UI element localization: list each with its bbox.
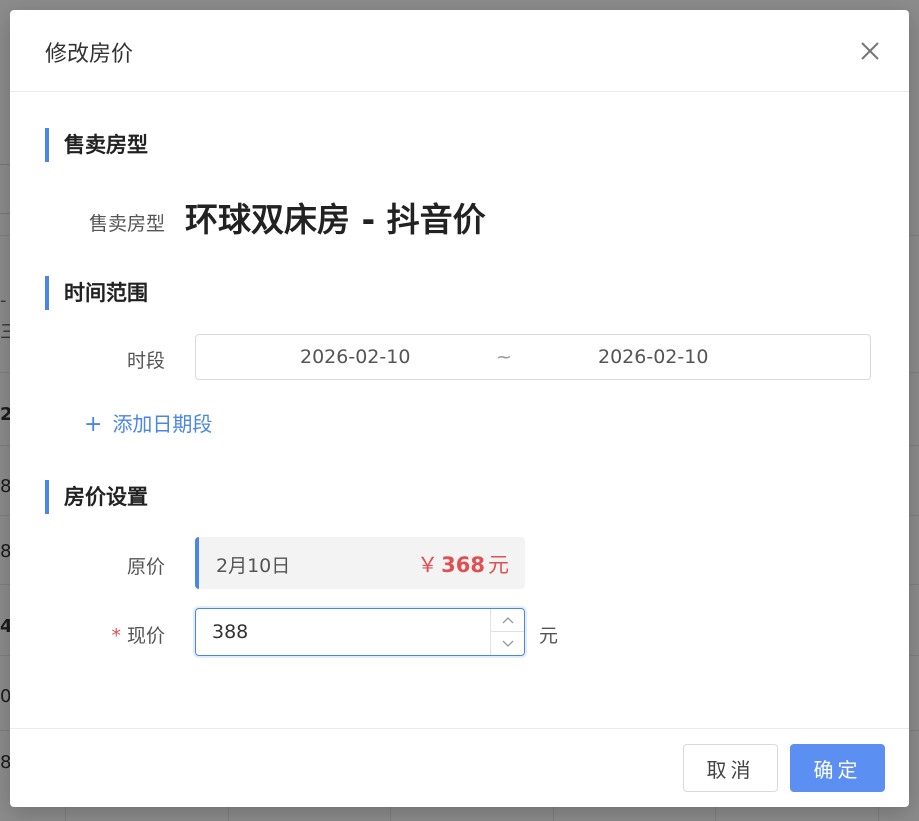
section-heading-room-type: 售卖房型 bbox=[45, 128, 148, 162]
modal-footer: 取消 确定 bbox=[10, 728, 909, 807]
room-type-name: 环球双床房 - 抖音价 bbox=[185, 200, 486, 239]
section-heading-time-range: 时间范围 bbox=[45, 276, 148, 310]
current-price-unit: 元 bbox=[539, 625, 559, 647]
original-price-date: 2月10日 bbox=[216, 555, 291, 577]
room-type-label: 售卖房型 bbox=[88, 213, 165, 235]
original-price-box: 2月10日 ￥ 368 元 bbox=[195, 537, 525, 589]
original-price-unit: 元 bbox=[488, 553, 509, 577]
modal-title: 修改房价 bbox=[45, 42, 134, 67]
decrement-button[interactable] bbox=[491, 632, 524, 655]
close-button[interactable] bbox=[859, 40, 881, 62]
required-mark: * bbox=[111, 625, 121, 647]
current-price-field[interactable] bbox=[196, 609, 490, 655]
add-date-range-label: 添加日期段 bbox=[112, 412, 213, 436]
confirm-button[interactable]: 确定 bbox=[790, 744, 885, 792]
date-range-picker[interactable]: 2026-02-10 ~ 2026-02-10 bbox=[195, 334, 871, 380]
add-date-range-button[interactable]: + 添加日期段 bbox=[84, 408, 212, 437]
currency-symbol: ￥ bbox=[417, 553, 439, 577]
chevron-up-icon bbox=[502, 617, 513, 624]
cancel-button[interactable]: 取消 bbox=[683, 744, 778, 792]
chevron-down-icon bbox=[502, 640, 513, 647]
modal-header: 修改房价 bbox=[10, 10, 909, 92]
original-price-label: 原价 bbox=[126, 556, 165, 578]
current-price-input[interactable] bbox=[195, 608, 525, 656]
close-icon bbox=[861, 42, 879, 60]
current-price-label-text: 现价 bbox=[126, 625, 165, 647]
range-start-date[interactable]: 2026-02-10 bbox=[300, 346, 410, 368]
price-stepper bbox=[490, 609, 524, 655]
plus-icon: + bbox=[84, 412, 103, 437]
period-label: 时段 bbox=[126, 350, 165, 372]
section-heading-price-settings: 房价设置 bbox=[45, 480, 148, 514]
edit-price-modal: 修改房价 售卖房型 售卖房型 环球双床房 - 抖音价 时间范围 时段 2026-… bbox=[10, 10, 909, 807]
original-price-value: ￥ 368 元 bbox=[417, 549, 509, 579]
current-price-label: * 现价 bbox=[45, 621, 165, 648]
original-price-amount: 368 bbox=[441, 553, 485, 577]
range-separator: ~ bbox=[496, 346, 512, 368]
increment-button[interactable] bbox=[491, 609, 524, 632]
range-end-date[interactable]: 2026-02-10 bbox=[598, 346, 708, 368]
